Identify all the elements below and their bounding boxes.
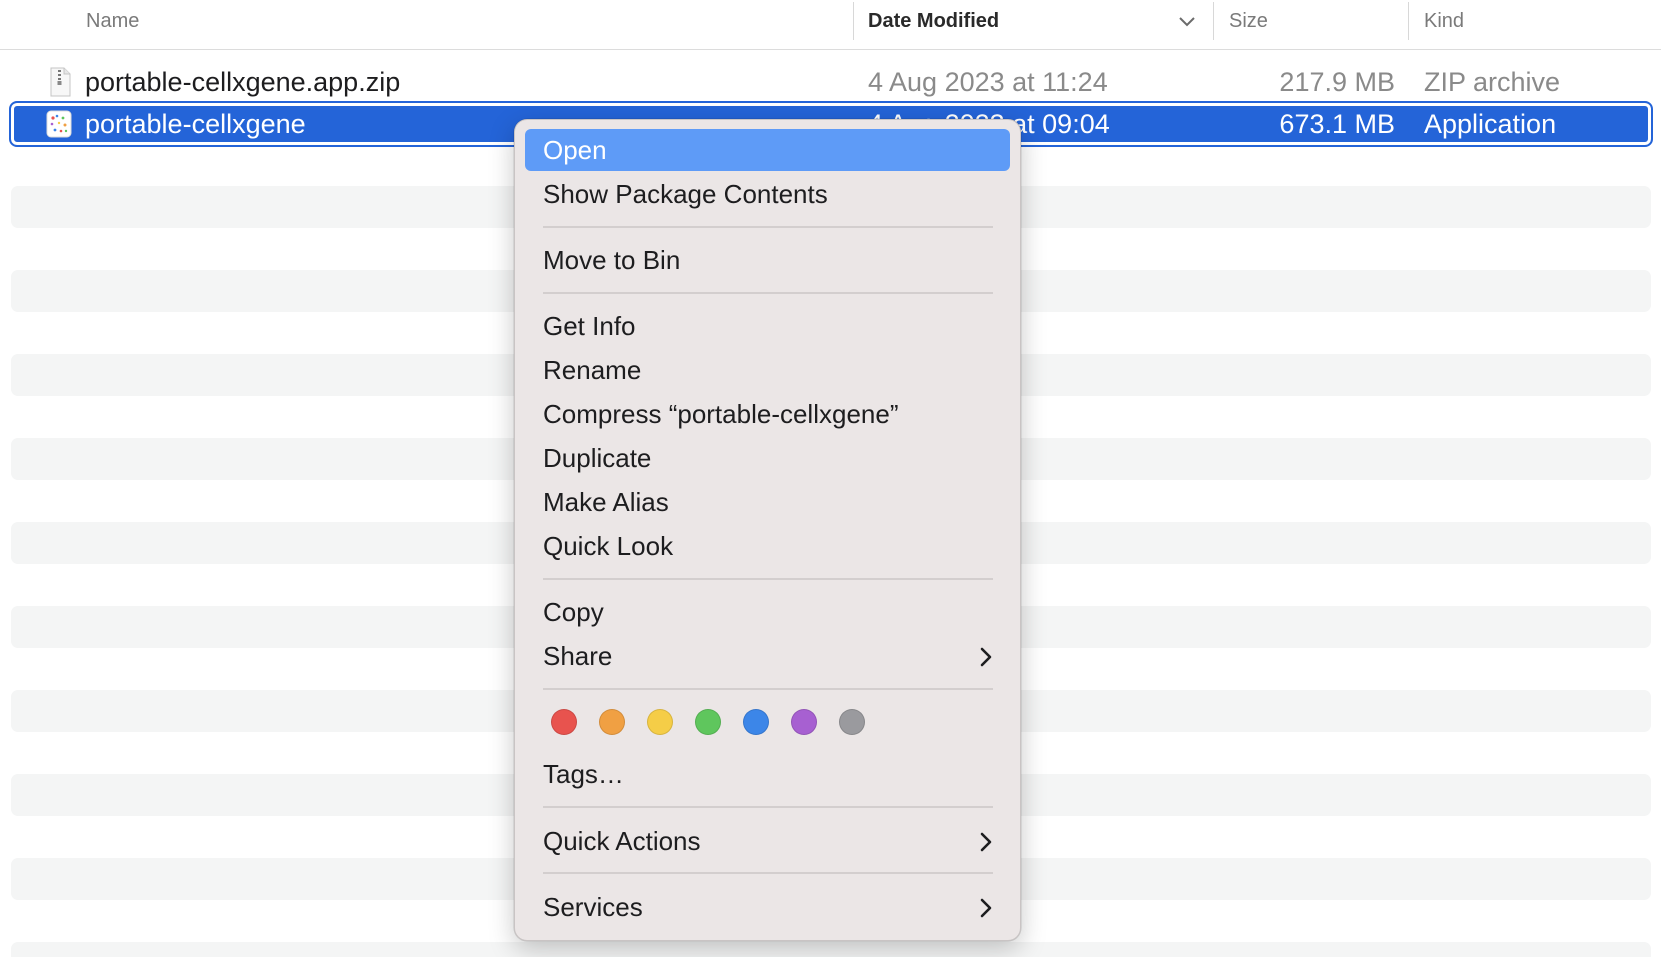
menu-separator <box>543 226 993 228</box>
menu-item-label: Tags… <box>543 759 624 789</box>
menu-item-open[interactable]: Open <box>525 129 1010 171</box>
tag-orange-dot[interactable] <box>599 709 625 735</box>
menu-item-label: Rename <box>543 355 642 385</box>
menu-item-label: Get Info <box>543 311 636 341</box>
file-name: portable-cellxgene <box>85 109 306 139</box>
menu-item-duplicate[interactable]: Duplicate <box>525 437 1010 479</box>
menu-item-services[interactable]: Services <box>525 886 1010 928</box>
menu-item-label: Share <box>543 641 613 671</box>
tag-blue-dot[interactable] <box>743 709 769 735</box>
menu-item-label: Show Package Contents <box>543 179 828 209</box>
tag-red-dot[interactable] <box>551 709 577 735</box>
column-date-header[interactable]: Date Modified <box>868 0 999 49</box>
menu-item-label: Copy <box>543 597 604 627</box>
context-menu: Open Show Package Contents Move to Bin G… <box>514 119 1021 941</box>
menu-item-label: Quick Actions <box>543 826 701 856</box>
file-size: 217.9 MB <box>1279 67 1395 97</box>
file-date: 4 Aug 2023 at 11:24 <box>868 67 1108 97</box>
menu-item-move-to-bin[interactable]: Move to Bin <box>525 239 1010 281</box>
menu-separator <box>543 292 993 294</box>
menu-item-label: Duplicate <box>543 443 652 473</box>
column-divider[interactable] <box>853 2 854 40</box>
menu-item-show-package-contents[interactable]: Show Package Contents <box>525 173 1010 215</box>
menu-item-label: Move to Bin <box>543 245 681 275</box>
chevron-down-icon <box>1179 17 1195 27</box>
menu-separator <box>543 872 993 874</box>
column-name-header[interactable]: Name <box>86 0 139 49</box>
menu-separator <box>543 578 993 580</box>
menu-item-rename[interactable]: Rename <box>525 349 1010 391</box>
menu-item-get-info[interactable]: Get Info <box>525 305 1010 347</box>
empty-row <box>11 942 1651 957</box>
file-kind: ZIP archive <box>1424 67 1561 97</box>
menu-item-label: Compress “portable-cellxgene” <box>543 399 899 429</box>
menu-item-quick-actions[interactable]: Quick Actions <box>525 820 1010 862</box>
file-kind: Application <box>1424 109 1557 139</box>
chevron-right-icon <box>980 832 992 852</box>
menu-item-label: Services <box>543 892 643 922</box>
column-divider[interactable] <box>1408 2 1409 40</box>
menu-item-tags[interactable]: Tags… <box>525 753 1010 795</box>
column-kind-header[interactable]: Kind <box>1424 0 1464 49</box>
menu-item-compress[interactable]: Compress “portable-cellxgene” <box>525 393 1010 435</box>
app-icon <box>46 110 72 138</box>
column-header: Name Date Modified Size Kind <box>0 0 1661 50</box>
menu-item-label: Quick Look <box>543 531 674 561</box>
menu-item-label: Make Alias <box>543 487 669 517</box>
chevron-right-icon <box>980 898 992 918</box>
file-row[interactable]: portable-cellxgene.app.zip 4 Aug 2023 at… <box>11 61 1651 103</box>
menu-item-share[interactable]: Share <box>525 635 1010 677</box>
tag-grey-dot[interactable] <box>839 709 865 735</box>
chevron-right-icon <box>980 647 992 667</box>
menu-item-make-alias[interactable]: Make Alias <box>525 481 1010 523</box>
menu-separator <box>543 806 993 808</box>
menu-separator <box>543 688 993 690</box>
zip-file-icon <box>50 67 71 97</box>
tag-purple-dot[interactable] <box>791 709 817 735</box>
file-name: portable-cellxgene.app.zip <box>85 67 401 97</box>
menu-item-copy[interactable]: Copy <box>525 591 1010 633</box>
column-divider[interactable] <box>1213 2 1214 40</box>
tag-color-row <box>551 709 971 739</box>
tag-green-dot[interactable] <box>695 709 721 735</box>
menu-item-label: Open <box>543 135 607 165</box>
menu-item-quick-look[interactable]: Quick Look <box>525 525 1010 567</box>
finder-window: Name Date Modified Size Kind portable-ce… <box>0 0 1661 957</box>
column-size-header[interactable]: Size <box>1229 0 1268 49</box>
tag-yellow-dot[interactable] <box>647 709 673 735</box>
file-size: 673.1 MB <box>1279 109 1395 139</box>
